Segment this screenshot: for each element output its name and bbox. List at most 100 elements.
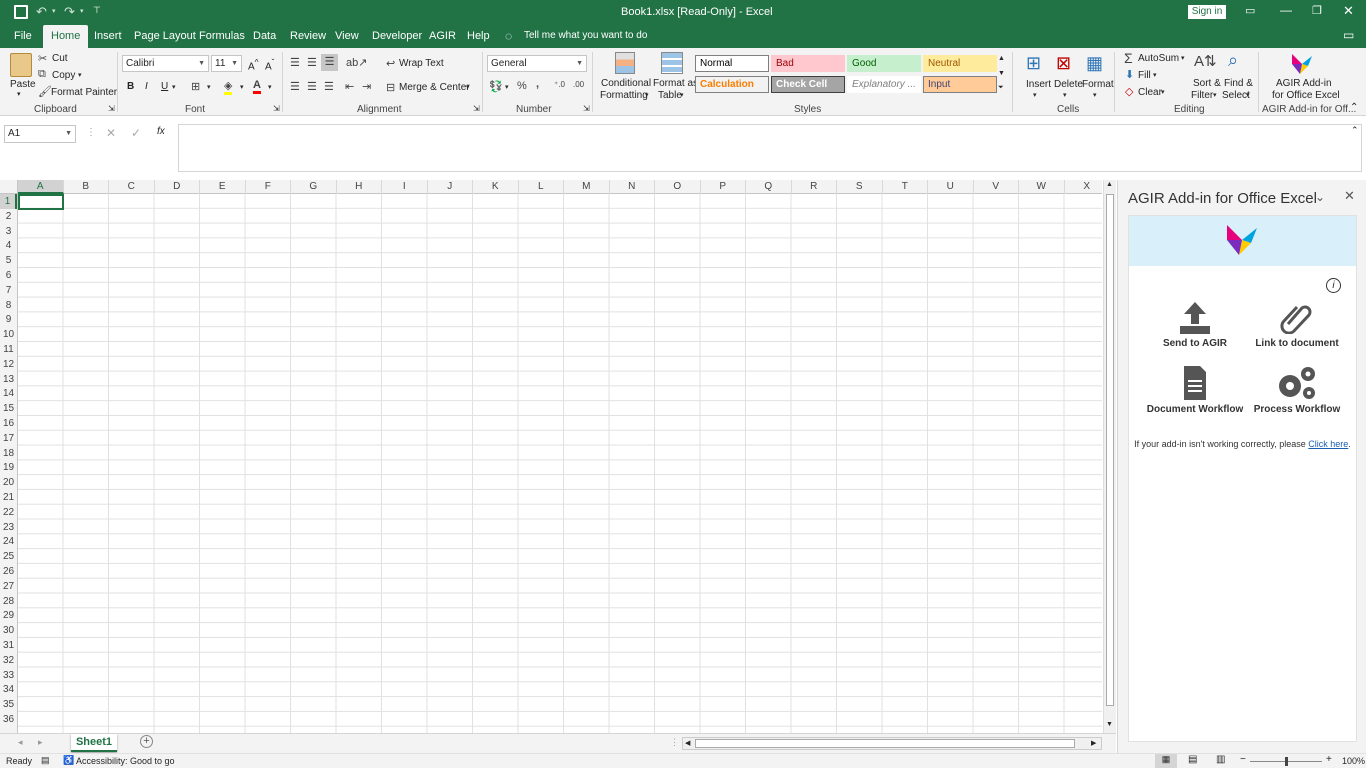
column-header[interactable]: B xyxy=(64,180,109,194)
page-break-view-icon[interactable]: ▥ xyxy=(1216,754,1225,765)
hscroll-right-icon[interactable]: ▶ xyxy=(1091,739,1096,747)
row-header[interactable]: 15 xyxy=(0,401,17,416)
collapse-ribbon-icon[interactable]: ⌃ xyxy=(1350,102,1358,113)
redo-icon[interactable]: ↷ xyxy=(64,4,75,20)
decrease-font-icon[interactable]: Aˇ xyxy=(265,57,274,72)
cancel-icon[interactable]: ✕ xyxy=(106,126,116,140)
row-header[interactable]: 31 xyxy=(0,638,17,653)
italic-button[interactable]: I xyxy=(145,81,148,92)
column-header[interactable]: H xyxy=(337,180,382,194)
save-icon[interactable] xyxy=(14,5,28,19)
row-header[interactable]: 2 xyxy=(0,209,17,224)
row-header[interactable]: 10 xyxy=(0,327,17,342)
tab-home[interactable]: Home xyxy=(43,25,89,48)
fill-button[interactable]: Fill xyxy=(1138,70,1151,81)
column-header[interactable]: A xyxy=(18,180,64,194)
accessibility-status[interactable]: Accessibility: Good to go xyxy=(76,756,175,766)
insert-function-button[interactable]: fx xyxy=(157,126,165,137)
name-box[interactable]: A1 ▼ xyxy=(4,125,76,143)
link-to-document-button[interactable]: Link to document xyxy=(1247,302,1347,349)
sheet-next-icon[interactable]: ▸ xyxy=(38,737,43,748)
accounting-icon[interactable]: 💱 xyxy=(489,80,503,93)
ribbon-display-icon[interactable]: ▭ xyxy=(1245,4,1255,17)
add-sheet-icon[interactable]: + xyxy=(140,735,153,748)
process-workflow-button[interactable]: Process Workflow xyxy=(1247,366,1347,415)
format-dropdown-icon[interactable]: ▾ xyxy=(1093,91,1097,99)
zoom-level[interactable]: 100% xyxy=(1342,756,1365,766)
row-header[interactable]: 27 xyxy=(0,579,17,594)
cell-style-normal[interactable]: Normal xyxy=(695,55,769,72)
horizontal-scrollbar[interactable]: ◀ ▶ xyxy=(682,737,1102,750)
number-launcher-icon[interactable]: ⇲ xyxy=(583,104,590,113)
row-header[interactable]: 16 xyxy=(0,416,17,431)
customize-icon[interactable]: ⊤ xyxy=(93,5,101,16)
tab-help[interactable]: Help xyxy=(459,25,498,48)
row-header[interactable]: 36 xyxy=(0,712,17,727)
alignment-launcher-icon[interactable]: ⇲ xyxy=(473,104,480,113)
align-left-icon[interactable]: ☰ xyxy=(290,80,300,93)
select-all-corner[interactable] xyxy=(0,180,18,194)
cell-style-calculation[interactable]: Calculation xyxy=(695,76,769,93)
row-header[interactable]: 32 xyxy=(0,653,17,668)
row-header[interactable]: 24 xyxy=(0,534,17,549)
borders-dropdown-icon[interactable]: ▾ xyxy=(207,83,211,91)
cell-style-bad[interactable]: Bad xyxy=(771,55,845,72)
row-header[interactable]: 29 xyxy=(0,608,17,623)
format-as-table-button[interactable]: Format as xyxy=(653,78,698,89)
fill-color-icon[interactable]: ◈ xyxy=(224,79,233,95)
row-header[interactable]: 5 xyxy=(0,253,17,268)
find-dropdown-icon[interactable]: ▾ xyxy=(1246,91,1250,99)
font-name-select[interactable]: Calibri ▼ xyxy=(122,55,209,72)
column-header[interactable]: D xyxy=(155,180,200,194)
restore-icon[interactable]: ❐ xyxy=(1312,4,1322,17)
clear-button[interactable]: Clear xyxy=(1138,87,1162,98)
paste-icon[interactable] xyxy=(10,53,32,77)
row-header[interactable]: 6 xyxy=(0,268,17,283)
sort-filter-line2[interactable]: Filter xyxy=(1191,90,1213,101)
row-header[interactable]: 14 xyxy=(0,386,17,401)
column-header[interactable]: I xyxy=(382,180,428,194)
row-header[interactable]: 30 xyxy=(0,623,17,638)
undo-dropdown-icon[interactable]: ▾ xyxy=(52,7,56,15)
bold-button[interactable]: B xyxy=(127,81,134,92)
tab-split-icon[interactable]: ⋮ xyxy=(670,737,679,748)
tab-file[interactable]: File xyxy=(6,25,40,48)
hscroll-left-icon[interactable]: ◀ xyxy=(685,739,690,747)
zoom-in-icon[interactable]: + xyxy=(1326,754,1332,765)
normal-view-icon[interactable]: ▦ xyxy=(1155,754,1177,768)
column-header[interactable]: R xyxy=(792,180,837,194)
row-header[interactable]: 9 xyxy=(0,312,17,327)
conditional-formatting-button[interactable]: Conditional xyxy=(601,78,651,89)
column-header[interactable]: W xyxy=(1019,180,1065,194)
row-header[interactable]: 11 xyxy=(0,342,17,357)
agir-addin-line2[interactable]: for Office Excel xyxy=(1272,90,1340,101)
tab-formulas[interactable]: Formulas xyxy=(191,25,253,48)
row-header[interactable]: 26 xyxy=(0,564,17,579)
column-header[interactable]: N xyxy=(610,180,655,194)
hscroll-thumb[interactable] xyxy=(695,739,1075,748)
enter-icon[interactable]: ✓ xyxy=(131,126,141,140)
copy-dropdown-icon[interactable]: ▾ xyxy=(78,71,82,79)
row-header[interactable]: 22 xyxy=(0,505,17,520)
row-header[interactable]: 28 xyxy=(0,594,17,609)
gallery-down-icon[interactable]: ▼ xyxy=(998,70,1005,77)
orientation-icon[interactable]: ab↗ xyxy=(346,56,367,69)
comma-icon[interactable]: , xyxy=(536,78,539,90)
zoom-slider-thumb[interactable] xyxy=(1285,757,1288,766)
formula-input[interactable] xyxy=(178,124,1362,172)
underline-button[interactable]: U xyxy=(161,81,168,92)
column-header[interactable]: E xyxy=(200,180,246,194)
row-header[interactable]: 21 xyxy=(0,490,17,505)
row-header[interactable]: 23 xyxy=(0,520,17,535)
row-header[interactable]: 20 xyxy=(0,475,17,490)
tab-view[interactable]: View xyxy=(327,25,367,48)
merge-dropdown-icon[interactable]: ▾ xyxy=(466,83,470,91)
sheet-tab[interactable]: Sheet1 xyxy=(71,734,117,752)
page-layout-view-icon[interactable]: ▤ xyxy=(1188,754,1197,765)
row-header[interactable]: 34 xyxy=(0,682,17,697)
clear-dropdown-icon[interactable]: ▾ xyxy=(1161,88,1165,96)
active-cell[interactable] xyxy=(18,194,64,210)
increase-font-icon[interactable]: A^ xyxy=(248,57,259,72)
row-header[interactable]: 19 xyxy=(0,460,17,475)
row-header[interactable]: 3 xyxy=(0,224,17,239)
